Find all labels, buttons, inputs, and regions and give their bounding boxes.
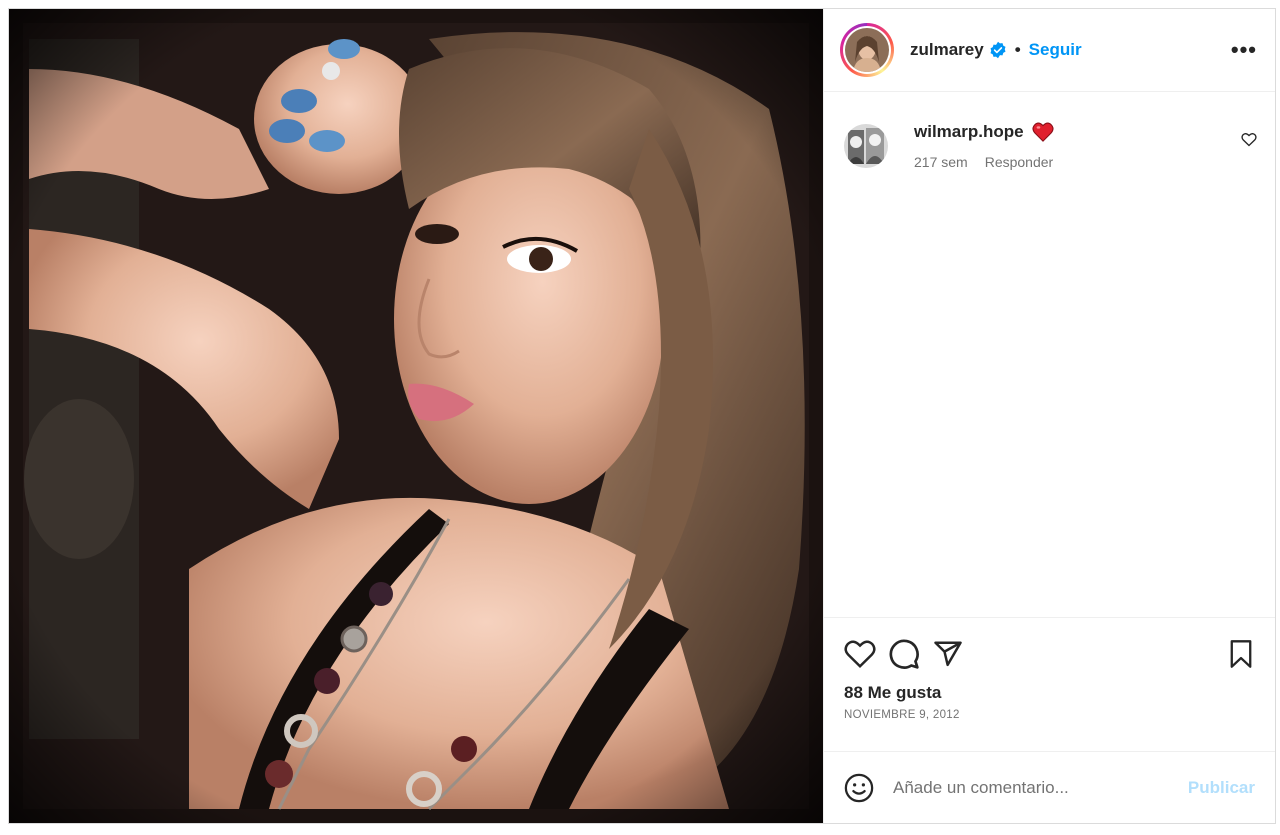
comments-list: wilmarp.hope 217 sem Responder — [824, 92, 1275, 617]
post-header: zulmarey • Seguir ••• — [824, 9, 1275, 92]
comment-time: 217 sem — [914, 154, 968, 170]
comment-like-heart-icon[interactable] — [1241, 132, 1257, 152]
verified-badge-icon — [989, 41, 1007, 59]
post-actions-section: 88 Me gusta NOVIEMBRE 9, 2012 — [824, 617, 1275, 751]
instagram-post-modal: zulmarey • Seguir ••• wilmarp.hope 217 s… — [8, 8, 1276, 824]
comment-icon[interactable] — [888, 638, 920, 670]
emoji-picker-icon[interactable] — [844, 773, 874, 803]
post-photo[interactable] — [9, 9, 823, 823]
likes-count[interactable]: 88 Me gusta — [844, 683, 1255, 703]
author-username[interactable]: zulmarey — [910, 40, 984, 60]
add-comment-bar: Publicar — [824, 751, 1275, 823]
separator-dot: • — [1014, 40, 1021, 59]
heart-icon[interactable] — [844, 639, 876, 669]
post-date: NOVIEMBRE 9, 2012 — [844, 709, 960, 721]
commenter-avatar[interactable] — [844, 124, 888, 168]
more-options-button[interactable]: ••• — [1231, 37, 1257, 63]
post-side-panel: zulmarey • Seguir ••• wilmarp.hope 217 s… — [823, 9, 1275, 823]
comment-input[interactable] — [893, 777, 1188, 798]
commenter-username[interactable]: wilmarp.hope — [914, 122, 1024, 142]
share-icon[interactable] — [932, 639, 964, 669]
publish-button[interactable]: Publicar — [1188, 778, 1255, 798]
author-avatar[interactable] — [840, 23, 894, 77]
profile-photo — [845, 28, 889, 72]
red-heart-emoji-icon — [1032, 122, 1054, 142]
bookmark-icon[interactable] — [1227, 639, 1255, 669]
follow-button[interactable]: Seguir — [1029, 40, 1082, 60]
comment-item: wilmarp.hope 217 sem Responder — [844, 122, 1257, 170]
portrait-photo — [9, 9, 823, 823]
reply-button[interactable]: Responder — [985, 154, 1054, 170]
commenter-photo — [844, 124, 888, 168]
